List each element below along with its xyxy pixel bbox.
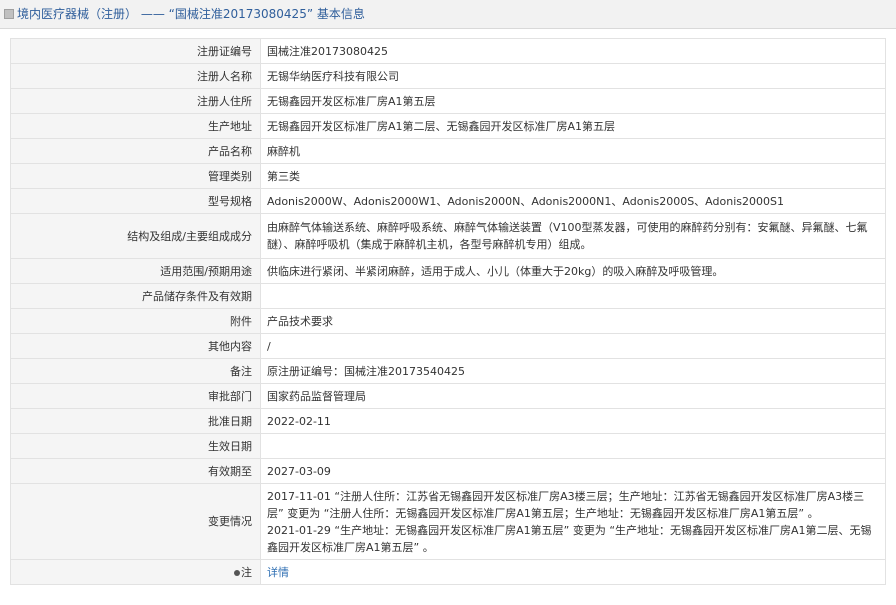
table-row: 注 详情 [10, 559, 886, 585]
row-label: 变更情况 [10, 483, 261, 560]
row-value: Adonis2000W、Adonis2000W1、Adonis2000N、Ado… [260, 188, 886, 214]
table-row: 变更情况 2017-11-01 “注册人住所：江苏省无锡鑫园开发区标准厂房A3楼… [10, 483, 886, 560]
row-value: 国械注准20173080425 [260, 38, 886, 64]
table-row: 管理类别 第三类 [10, 163, 886, 189]
row-label: 结构及组成/主要组成成分 [10, 213, 261, 259]
row-label: 产品名称 [10, 138, 261, 164]
table-row: 产品储存条件及有效期 [10, 283, 886, 309]
table-row: 注册人名称 无锡华纳医疗科技有限公司 [10, 63, 886, 89]
table-row: 批准日期 2022-02-11 [10, 408, 886, 434]
table-row: 其他内容 / [10, 333, 886, 359]
pin-icon [234, 570, 240, 576]
change-history: 2017-11-01 “注册人住所：江苏省无锡鑫园开发区标准厂房A3楼三层；生产… [260, 483, 886, 560]
row-value: / [260, 333, 886, 359]
row-value: 供临床进行紧闭、半紧闭麻醉，适用于成人、小儿（体重大于20kg）的吸入麻醉及呼吸… [260, 258, 886, 284]
row-label: 有效期至 [10, 458, 261, 484]
row-label: 备注 [10, 358, 261, 384]
row-value: 第三类 [260, 163, 886, 189]
row-value: 2022-02-11 [260, 408, 886, 434]
table-row: 生产地址 无锡鑫园开发区标准厂房A1第二层、无锡鑫园开发区标准厂房A1第五层 [10, 113, 886, 139]
row-value: 国家药品监督管理局 [260, 383, 886, 409]
row-value: 由麻醉气体输送系统、麻醉呼吸系统、麻醉气体输送装置（V100型蒸发器，可使用的麻… [260, 213, 886, 259]
table-row: 适用范围/预期用途 供临床进行紧闭、半紧闭麻醉，适用于成人、小儿（体重大于20k… [10, 258, 886, 284]
change-entry: 2021-01-29 “生产地址：无锡鑫园开发区标准厂房A1第五层” 变更为 “… [267, 523, 872, 554]
info-table: 注册证编号 国械注准20173080425 注册人名称 无锡华纳医疗科技有限公司… [10, 38, 886, 585]
row-label: 注册人名称 [10, 63, 261, 89]
row-value: 无锡鑫园开发区标准厂房A1第二层、无锡鑫园开发区标准厂房A1第五层 [260, 113, 886, 139]
table-row: 结构及组成/主要组成成分 由麻醉气体输送系统、麻醉呼吸系统、麻醉气体输送装置（V… [10, 213, 886, 259]
row-label: 产品储存条件及有效期 [10, 283, 261, 309]
table-row: 注册证编号 国械注准20173080425 [10, 38, 886, 64]
table-row: 注册人住所 无锡鑫园开发区标准厂房A1第五层 [10, 88, 886, 114]
row-value: 无锡华纳医疗科技有限公司 [260, 63, 886, 89]
row-value [260, 433, 886, 459]
row-value [260, 283, 886, 309]
row-value: 无锡鑫园开发区标准厂房A1第五层 [260, 88, 886, 114]
table-row: 备注 原注册证编号：国械注准20173540425 [10, 358, 886, 384]
row-label: 适用范围/预期用途 [10, 258, 261, 284]
page-title: 境内医疗器械（注册） —— “国械注准20173080425” 基本信息 [17, 7, 365, 21]
row-value: 2027-03-09 [260, 458, 886, 484]
row-value: 原注册证编号：国械注准20173540425 [260, 358, 886, 384]
table-row: 审批部门 国家药品监督管理局 [10, 383, 886, 409]
change-entry: 2017-11-01 “注册人住所：江苏省无锡鑫园开发区标准厂房A3楼三层；生产… [267, 489, 865, 520]
row-label: 生效日期 [10, 433, 261, 459]
row-label: 注 [10, 559, 261, 585]
row-label: 审批部门 [10, 383, 261, 409]
row-value: 麻醉机 [260, 138, 886, 164]
row-value: 产品技术要求 [260, 308, 886, 334]
table-row: 生效日期 [10, 433, 886, 459]
row-label: 附件 [10, 308, 261, 334]
row-label: 型号规格 [10, 188, 261, 214]
row-label: 注册人住所 [10, 88, 261, 114]
details-link[interactable]: 详情 [260, 559, 886, 585]
row-label: 批准日期 [10, 408, 261, 434]
table-row: 产品名称 麻醉机 [10, 138, 886, 164]
table-row: 有效期至 2027-03-09 [10, 458, 886, 484]
table-row: 型号规格 Adonis2000W、Adonis2000W1、Adonis2000… [10, 188, 886, 214]
document-icon [4, 9, 14, 19]
row-label: 其他内容 [10, 333, 261, 359]
row-label: 管理类别 [10, 163, 261, 189]
table-row: 附件 产品技术要求 [10, 308, 886, 334]
page-header: 境内医疗器械（注册） —— “国械注准20173080425” 基本信息 [0, 0, 896, 29]
note-label: 注 [241, 566, 252, 579]
row-label: 注册证编号 [10, 38, 261, 64]
row-label: 生产地址 [10, 113, 261, 139]
